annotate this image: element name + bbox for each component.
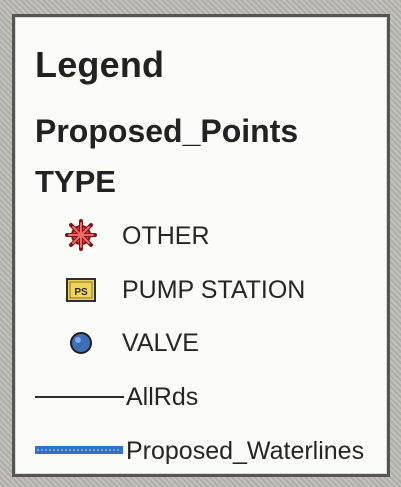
- field-title: TYPE: [35, 164, 116, 199]
- asterisk-marker-icon: [33, 216, 125, 256]
- legend-item-label: VALVE: [122, 329, 199, 357]
- pump-station-marker-icon: PS: [33, 270, 125, 310]
- legend-item-other: OTHER: [33, 216, 373, 256]
- legend-title: Legend: [35, 44, 165, 85]
- svg-text:PS: PS: [74, 287, 88, 298]
- legend-item-label: Proposed_Waterlines: [126, 437, 365, 465]
- layer-title: Proposed_Points: [35, 113, 299, 149]
- legend-item-valve: VALVE: [33, 323, 373, 363]
- legend-item-pump-station: PS PUMP STATION: [33, 270, 373, 310]
- screenshot-frame: Legend Proposed_Points TYPE OTHER PS PUM…: [0, 0, 401, 487]
- legend-item-label: PUMP STATION: [122, 276, 306, 304]
- road-line-icon: [33, 377, 125, 417]
- legend-item-allrds: AllRds: [33, 377, 373, 417]
- valve-circle-icon: [33, 323, 125, 363]
- waterline-icon: [33, 431, 125, 471]
- legend-item-label: OTHER: [122, 222, 210, 250]
- legend-panel: Legend Proposed_Points TYPE OTHER PS PUM…: [12, 14, 390, 477]
- legend-item-label: AllRds: [126, 383, 199, 411]
- legend-item-proposed-waterlines: Proposed_Waterlines: [33, 431, 373, 471]
